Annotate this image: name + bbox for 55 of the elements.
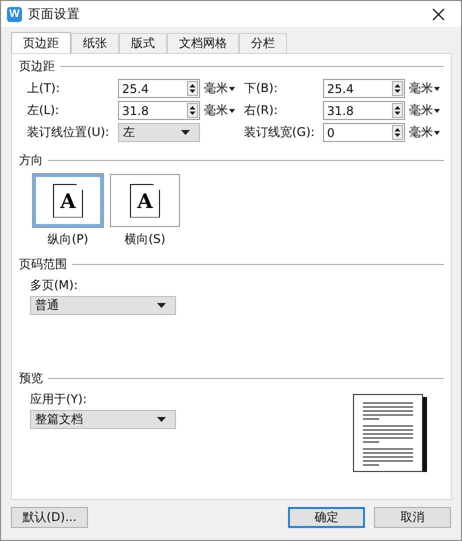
spinner-icon[interactable] — [392, 81, 403, 96]
field-label: 多页(M): — [30, 277, 79, 294]
number-field[interactable]: 25.4 — [118, 79, 200, 98]
caret-icon — [229, 108, 235, 112]
option-label: 横向(S) — [124, 231, 166, 248]
section-title: 方向 — [19, 152, 43, 168]
unit-dropdown[interactable]: 毫米 — [407, 124, 440, 141]
field-label: 左(L): — [27, 102, 60, 119]
close-icon[interactable] — [432, 8, 445, 20]
dialog-button[interactable]: 取消 — [374, 507, 451, 528]
page-icon: A — [130, 184, 160, 218]
field-label: 下(B): — [244, 80, 279, 97]
spinner-icon[interactable] — [392, 103, 403, 118]
orientation-option[interactable]: A — [33, 174, 103, 227]
spinner-icon[interactable] — [187, 81, 198, 96]
unit-dropdown[interactable]: 毫米 — [202, 80, 235, 97]
spinner-icon[interactable] — [392, 125, 403, 140]
tab[interactable]: 版式 — [119, 33, 167, 53]
option-label: 纵向(P) — [48, 231, 88, 248]
section-title: 页码范围 — [19, 256, 67, 272]
tab[interactable]: 文档网格 — [167, 33, 239, 53]
section-title: 预览 — [19, 370, 43, 386]
tab[interactable]: 分栏 — [239, 33, 287, 53]
caret-icon — [434, 108, 440, 112]
section-title: 页边距 — [19, 58, 55, 74]
window-title: 页面设置 — [28, 6, 81, 22]
app-icon: W — [7, 6, 22, 22]
spinner-icon[interactable] — [187, 103, 198, 118]
dropdown[interactable]: 整篇文档 — [30, 410, 176, 429]
caret-icon — [434, 86, 440, 90]
page-icon: A — [53, 184, 83, 218]
caret-icon — [181, 130, 190, 135]
caret-icon — [157, 303, 166, 308]
unit-dropdown[interactable]: 毫米 — [202, 102, 235, 119]
number-field[interactable]: 31.8 — [323, 101, 405, 120]
tab[interactable]: 页边距 — [11, 32, 71, 53]
field-label: 右(R): — [244, 102, 279, 119]
caret-icon — [157, 417, 166, 422]
field-label: 上(T): — [27, 80, 61, 97]
tab[interactable]: 纸张 — [71, 33, 119, 53]
number-field[interactable]: 0 — [323, 123, 405, 142]
dialog-button[interactable]: 确定 — [288, 507, 365, 528]
field-label: 装订线位置(U): — [27, 124, 110, 141]
dialog-button[interactable]: 默认(D)... — [11, 507, 88, 528]
caret-icon — [229, 86, 235, 90]
number-field[interactable]: 25.4 — [323, 79, 405, 98]
field-label: 应用于(Y): — [30, 391, 88, 408]
number-field[interactable]: 31.8 — [118, 101, 200, 120]
dropdown[interactable]: 普通 — [30, 296, 176, 315]
orientation-option[interactable]: A — [110, 174, 180, 227]
dropdown[interactable]: 左 — [118, 123, 200, 142]
unit-dropdown[interactable]: 毫米 — [407, 102, 440, 119]
unit-dropdown[interactable]: 毫米 — [407, 80, 440, 97]
field-label: 装订线宽(G): — [244, 124, 316, 141]
caret-icon — [434, 130, 440, 134]
